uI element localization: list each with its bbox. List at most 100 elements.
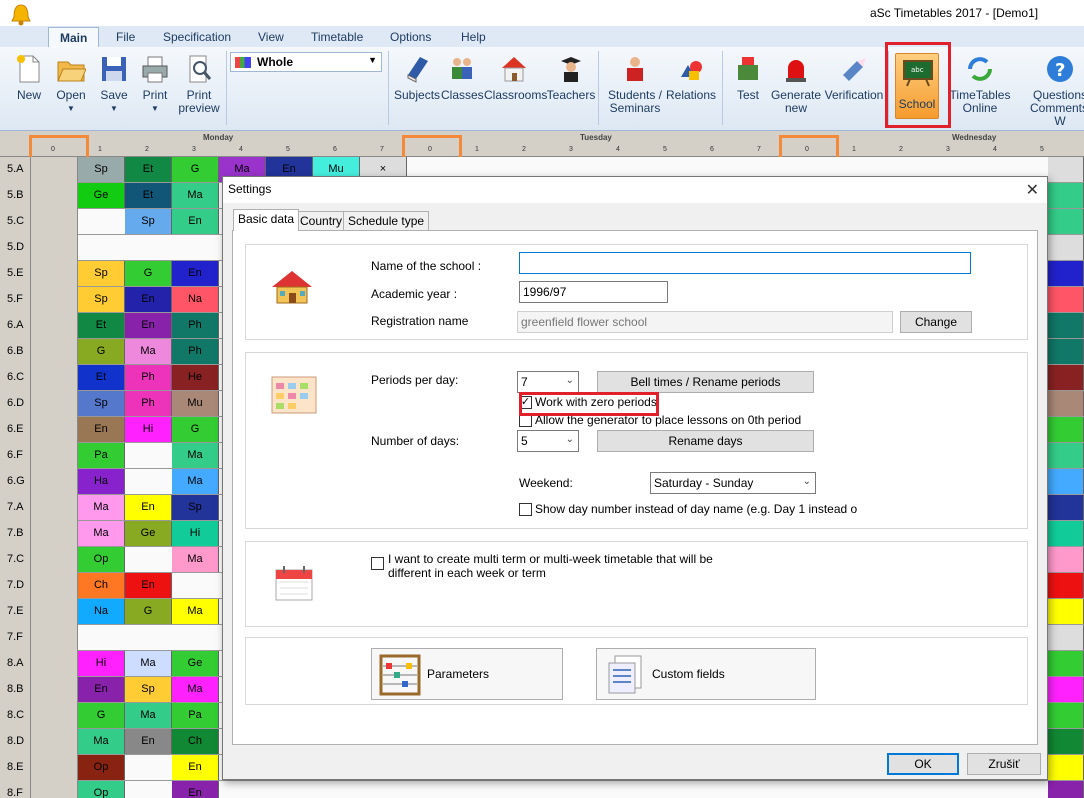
lesson-cell[interactable]: [1048, 339, 1084, 364]
lesson-cell[interactable]: Ma: [172, 547, 219, 572]
subjects-button[interactable]: Subjects: [394, 49, 440, 102]
lesson-cell[interactable]: Ph: [172, 313, 219, 338]
close-icon[interactable]: ✕: [1026, 180, 1039, 200]
open-button[interactable]: Open ▼: [54, 49, 88, 115]
lesson-cell[interactable]: Ge: [172, 651, 219, 676]
rename-days-button[interactable]: Rename days: [597, 430, 814, 452]
teachers-button[interactable]: Teachers: [546, 49, 596, 102]
lesson-cell[interactable]: Ha: [78, 469, 125, 494]
lesson-cell[interactable]: Ma: [172, 599, 219, 624]
lesson-cell[interactable]: Sp: [125, 209, 172, 234]
view-select[interactable]: Whole ▼: [230, 52, 382, 72]
lesson-cell[interactable]: Ma: [78, 521, 125, 546]
lesson-cell[interactable]: G: [172, 417, 219, 442]
lesson-cell[interactable]: En: [78, 417, 125, 442]
lesson-cell[interactable]: Sp: [78, 287, 125, 312]
print-preview-button[interactable]: Print preview: [176, 49, 222, 115]
lesson-cell[interactable]: Sp: [125, 677, 172, 702]
save-button[interactable]: Save ▼: [97, 49, 131, 115]
tab-main[interactable]: Main: [48, 27, 100, 49]
relations-button[interactable]: Relations: [664, 49, 718, 102]
lesson-cell[interactable]: Et: [78, 313, 125, 338]
lesson-cell[interactable]: Op: [78, 755, 125, 780]
classes-button[interactable]: Classes: [441, 49, 484, 102]
lesson-cell[interactable]: [1048, 157, 1084, 182]
lesson-cell[interactable]: Ma: [172, 677, 219, 702]
lesson-cell[interactable]: [1048, 365, 1084, 390]
number-of-days-select[interactable]: 5 ⌄: [517, 430, 579, 452]
lesson-cell[interactable]: Ma: [125, 651, 172, 676]
tab-specification[interactable]: Specification: [163, 30, 231, 44]
lesson-cell[interactable]: G: [78, 703, 125, 728]
tab-schedule-type[interactable]: Schedule type: [343, 211, 430, 230]
lesson-cell[interactable]: [1048, 443, 1084, 468]
verification-button[interactable]: Verification: [824, 49, 884, 102]
periods-per-day-select[interactable]: 7 ⌄: [517, 371, 579, 393]
test-button[interactable]: Test: [730, 49, 766, 102]
show-day-number-checkbox[interactable]: [519, 503, 532, 516]
lesson-cell[interactable]: [1048, 599, 1084, 624]
lesson-cell[interactable]: Mu: [172, 391, 219, 416]
lesson-cell[interactable]: G: [78, 339, 125, 364]
print-button[interactable]: Print ▼: [138, 49, 172, 115]
tab-country[interactable]: Country: [295, 211, 348, 230]
lesson-cell[interactable]: En: [125, 287, 172, 312]
lesson-cell[interactable]: Ma: [78, 495, 125, 520]
lesson-cell[interactable]: [1048, 781, 1084, 798]
parameters-button[interactable]: Parameters: [371, 648, 563, 700]
lesson-cell[interactable]: [1048, 391, 1084, 416]
lesson-cell[interactable]: [1048, 495, 1084, 520]
lesson-cell[interactable]: [1048, 287, 1084, 312]
lesson-cell[interactable]: En: [125, 495, 172, 520]
lesson-cell[interactable]: [1048, 573, 1084, 598]
tab-file[interactable]: File: [116, 30, 135, 44]
lesson-cell[interactable]: Ph: [125, 365, 172, 390]
lesson-cell[interactable]: [1048, 313, 1084, 338]
lesson-cell[interactable]: [1048, 547, 1084, 572]
lesson-cell[interactable]: He: [172, 365, 219, 390]
change-button[interactable]: Change: [900, 311, 972, 333]
tab-view[interactable]: View: [258, 30, 284, 44]
table-row[interactable]: 8.F Op En: [0, 781, 1084, 798]
new-button[interactable]: New: [10, 49, 48, 102]
lesson-cell[interactable]: [1048, 625, 1084, 650]
custom-fields-button[interactable]: Custom fields: [596, 648, 816, 700]
lesson-cell[interactable]: [1048, 755, 1084, 780]
lesson-cell[interactable]: [1048, 729, 1084, 754]
lesson-cell[interactable]: Sp: [78, 157, 125, 182]
lesson-cell[interactable]: [1048, 209, 1084, 234]
lesson-cell[interactable]: [1048, 417, 1084, 442]
lesson-cell[interactable]: Pa: [172, 703, 219, 728]
lesson-cell[interactable]: G: [125, 261, 172, 286]
lesson-cell[interactable]: Ph: [125, 391, 172, 416]
lesson-cell[interactable]: Ch: [78, 573, 125, 598]
lesson-cell[interactable]: Op: [78, 547, 125, 572]
lesson-cell[interactable]: [1048, 261, 1084, 286]
lesson-cell[interactable]: [1048, 677, 1084, 702]
questions-button[interactable]: ? Questions Comments? W: [1030, 49, 1084, 128]
tab-basic-data[interactable]: Basic data: [233, 209, 300, 231]
lesson-cell[interactable]: Sp: [78, 261, 125, 286]
lesson-cell[interactable]: En: [125, 313, 172, 338]
lesson-cell[interactable]: Sp: [78, 391, 125, 416]
generate-new-button[interactable]: Generate new: [770, 49, 822, 115]
lesson-cell[interactable]: Et: [78, 365, 125, 390]
lesson-cell[interactable]: Ma: [125, 703, 172, 728]
lesson-cell[interactable]: Ma: [78, 729, 125, 754]
tab-timetable[interactable]: Timetable: [311, 30, 363, 44]
lesson-cell[interactable]: Et: [125, 157, 172, 182]
lesson-cell[interactable]: En: [172, 781, 219, 798]
lesson-cell[interactable]: Hi: [78, 651, 125, 676]
lesson-cell[interactable]: Ge: [78, 183, 125, 208]
lesson-cell[interactable]: [1048, 183, 1084, 208]
school-name-input[interactable]: [519, 252, 971, 274]
lesson-cell[interactable]: En: [125, 573, 172, 598]
bell-times-button[interactable]: Bell times / Rename periods: [597, 371, 814, 393]
lesson-cell[interactable]: Ph: [172, 339, 219, 364]
lesson-cell[interactable]: Pa: [78, 443, 125, 468]
lesson-cell[interactable]: Na: [172, 287, 219, 312]
lesson-cell[interactable]: En: [172, 261, 219, 286]
ok-button[interactable]: OK: [887, 753, 959, 775]
lesson-cell[interactable]: Ma: [125, 339, 172, 364]
lesson-cell[interactable]: Hi: [125, 417, 172, 442]
